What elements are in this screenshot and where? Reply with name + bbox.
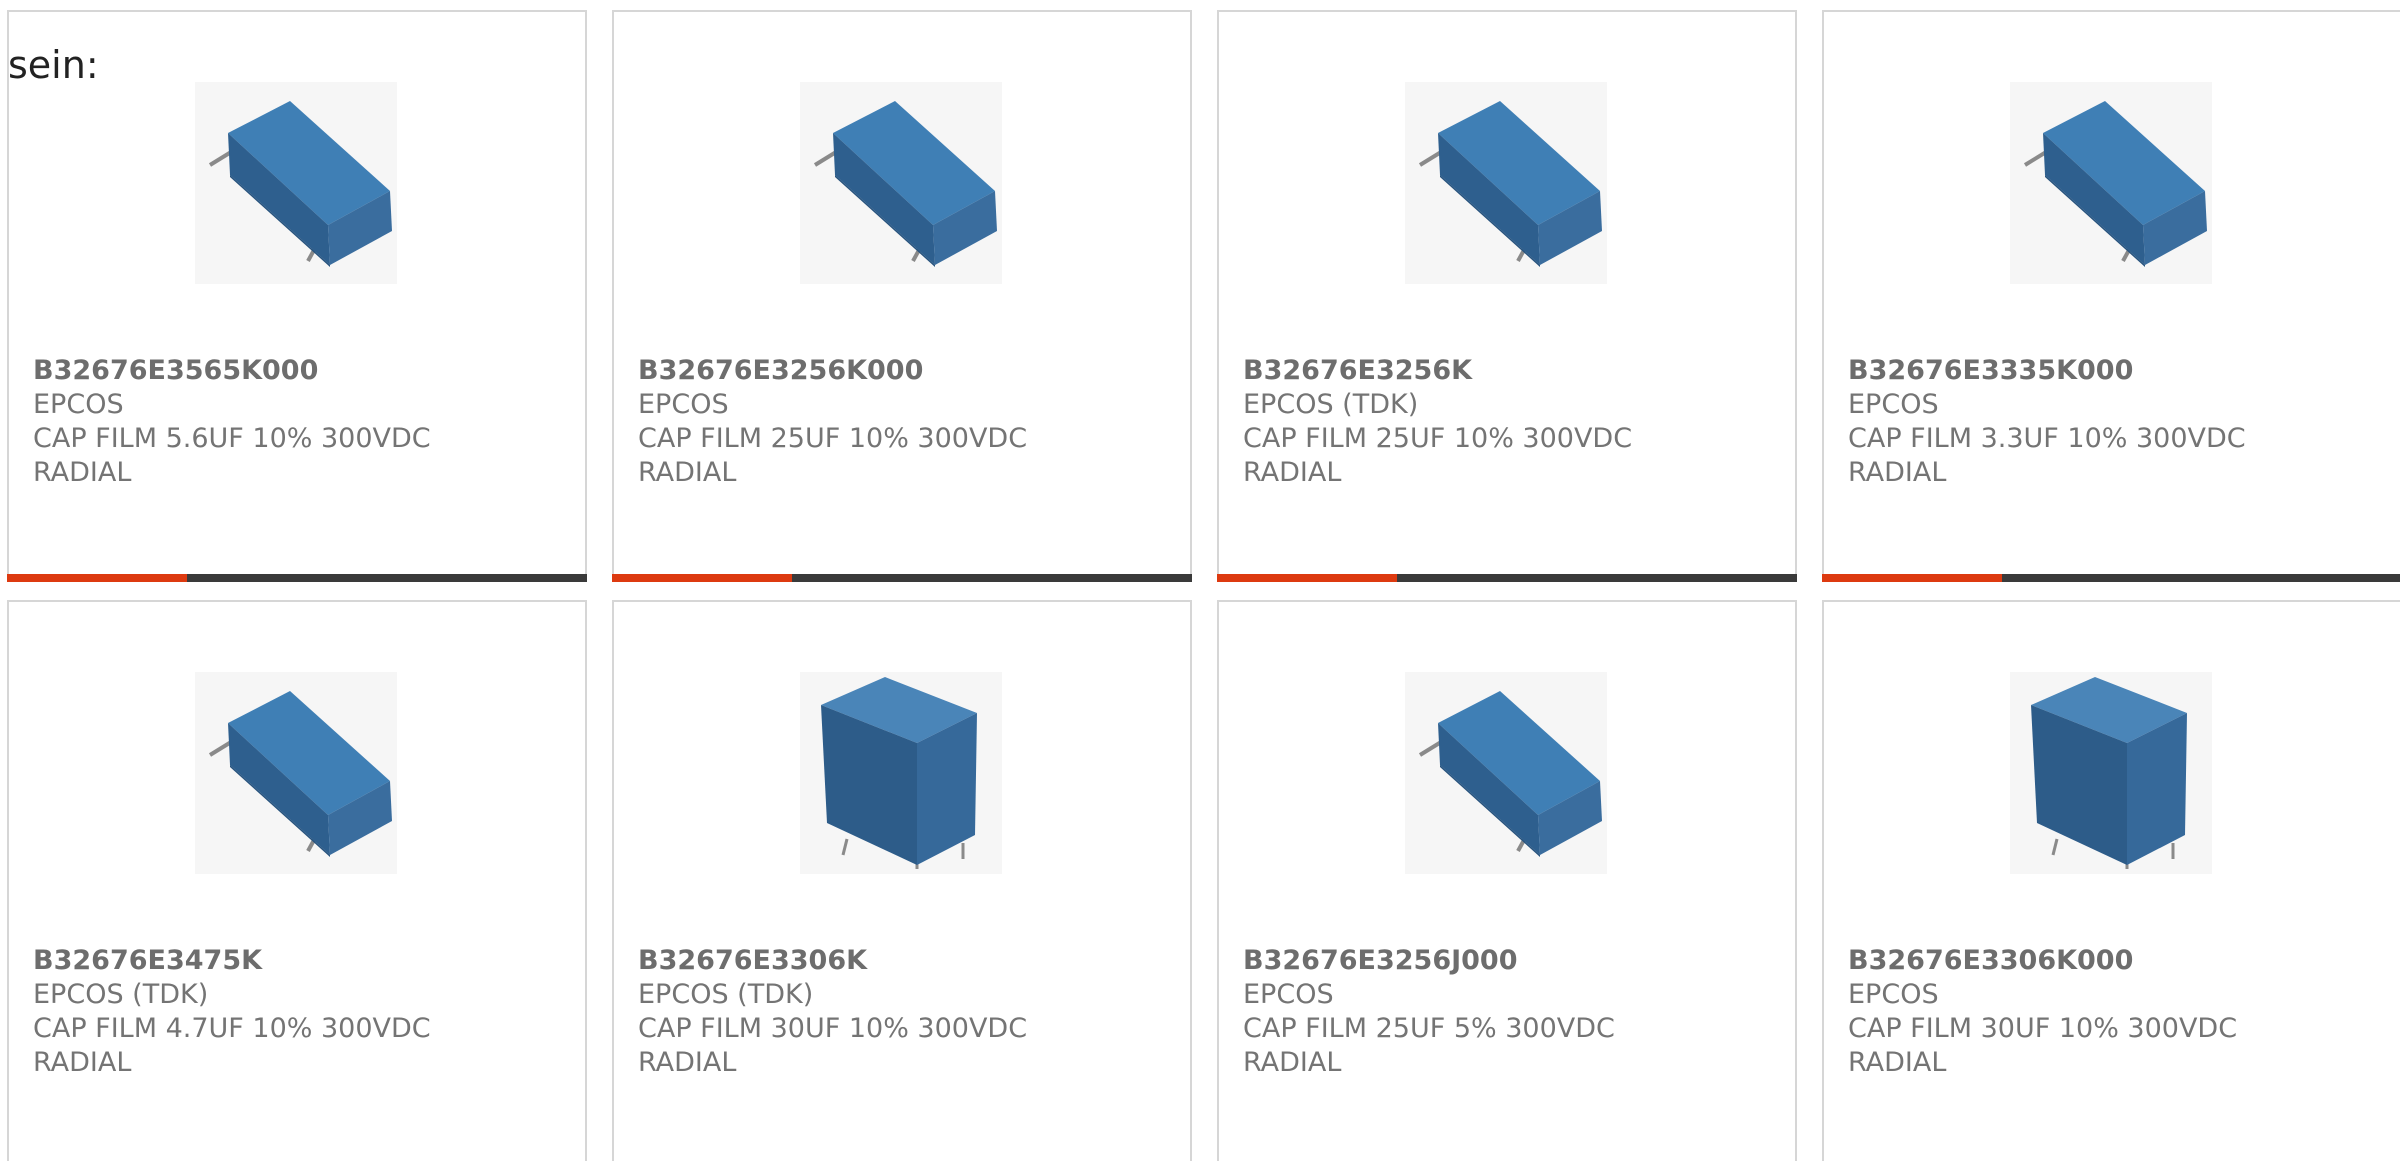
description: CAP FILM 3.3UF 10% 300VDC: [1848, 423, 2246, 454]
card-progress-fill: [7, 574, 187, 582]
manufacturer: EPCOS (TDK): [638, 979, 814, 1010]
product-image[interactable]: [800, 82, 1002, 284]
product-card[interactable]: B32676E3565K000 EPCOS CAP FILM 5.6UF 10%…: [7, 10, 587, 582]
product-card[interactable]: B32676E3335K000 EPCOS CAP FILM 3.3UF 10%…: [1822, 10, 2400, 582]
description: CAP FILM 5.6UF 10% 300VDC: [33, 423, 431, 454]
part-number-link[interactable]: B32676E3256K000: [638, 354, 1170, 388]
film-capacitor-landscape-icon: [1406, 673, 1606, 873]
product-card[interactable]: B32676E3256K EPCOS (TDK) CAP FILM 25UF 1…: [1217, 10, 1797, 582]
card-progress-fill: [1822, 574, 2002, 582]
film-capacitor-landscape-icon: [196, 83, 396, 283]
card-progress-bar: [1822, 574, 2400, 582]
card-progress-bar: [612, 574, 1192, 582]
part-number-link[interactable]: B32676E3335K000: [1848, 354, 2380, 388]
description: CAP FILM 30UF 10% 300VDC: [1848, 1013, 2238, 1044]
product-card[interactable]: B32676E3475K EPCOS (TDK) CAP FILM 4.7UF …: [7, 600, 587, 1161]
manufacturer: EPCOS: [1848, 389, 1939, 420]
card-progress-bar: [7, 574, 587, 582]
card-progress-bar: [1217, 574, 1797, 582]
description: CAP FILM 25UF 10% 300VDC: [638, 423, 1028, 454]
manufacturer: EPCOS (TDK): [1243, 389, 1419, 420]
film-capacitor-upright-icon: [801, 673, 1001, 873]
part-number-link[interactable]: B32676E3256J000: [1243, 944, 1775, 978]
part-number-link[interactable]: B32676E3306K: [638, 944, 1170, 978]
film-capacitor-upright-icon: [2011, 673, 2211, 873]
manufacturer: EPCOS: [638, 389, 729, 420]
mounting-type: RADIAL: [1848, 457, 1947, 488]
product-image[interactable]: [195, 672, 397, 874]
product-grid: B32676E3565K000 EPCOS CAP FILM 5.6UF 10%…: [7, 10, 2400, 1161]
page: sein: B32676E3565K000 EPCOS CAP FILM 5.6…: [0, 0, 2400, 1161]
part-number-link[interactable]: B32676E3565K000: [33, 354, 565, 388]
mounting-type: RADIAL: [1243, 1047, 1342, 1078]
part-number-link[interactable]: B32676E3256K: [1243, 354, 1775, 388]
film-capacitor-landscape-icon: [196, 673, 396, 873]
product-image[interactable]: [195, 82, 397, 284]
manufacturer: EPCOS: [33, 389, 124, 420]
film-capacitor-landscape-icon: [2011, 83, 2211, 283]
product-card[interactable]: B32676E3306K000 EPCOS CAP FILM 30UF 10% …: [1822, 600, 2400, 1161]
mounting-type: RADIAL: [638, 457, 737, 488]
description: CAP FILM 25UF 10% 300VDC: [1243, 423, 1633, 454]
description: CAP FILM 4.7UF 10% 300VDC: [33, 1013, 431, 1044]
card-progress-fill: [1217, 574, 1397, 582]
description: CAP FILM 25UF 5% 300VDC: [1243, 1013, 1615, 1044]
manufacturer: EPCOS: [1243, 979, 1334, 1010]
product-image[interactable]: [2010, 672, 2212, 874]
product-card[interactable]: B32676E3256J000 EPCOS CAP FILM 25UF 5% 3…: [1217, 600, 1797, 1161]
product-image[interactable]: [2010, 82, 2212, 284]
description: CAP FILM 30UF 10% 300VDC: [638, 1013, 1028, 1044]
mounting-type: RADIAL: [33, 1047, 132, 1078]
mounting-type: RADIAL: [638, 1047, 737, 1078]
product-card[interactable]: B32676E3256K000 EPCOS CAP FILM 25UF 10% …: [612, 10, 1192, 582]
film-capacitor-landscape-icon: [1406, 83, 1606, 283]
mounting-type: RADIAL: [1848, 1047, 1947, 1078]
product-card[interactable]: B32676E3306K EPCOS (TDK) CAP FILM 30UF 1…: [612, 600, 1192, 1161]
part-number-link[interactable]: B32676E3475K: [33, 944, 565, 978]
product-image[interactable]: [800, 672, 1002, 874]
manufacturer: EPCOS: [1848, 979, 1939, 1010]
part-number-link[interactable]: B32676E3306K000: [1848, 944, 2380, 978]
card-progress-fill: [612, 574, 792, 582]
mounting-type: RADIAL: [1243, 457, 1342, 488]
intro-text: sein:: [8, 43, 99, 87]
mounting-type: RADIAL: [33, 457, 132, 488]
film-capacitor-landscape-icon: [801, 83, 1001, 283]
product-image[interactable]: [1405, 82, 1607, 284]
product-image[interactable]: [1405, 672, 1607, 874]
manufacturer: EPCOS (TDK): [33, 979, 209, 1010]
